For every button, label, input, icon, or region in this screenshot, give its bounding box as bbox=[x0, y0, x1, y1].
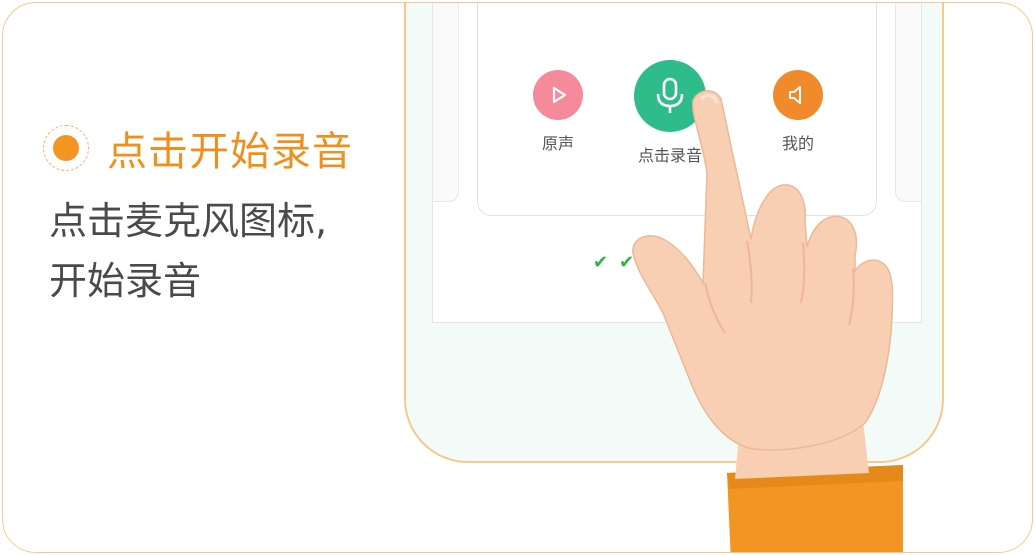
tutorial-card: 点击开始录音 点击麦克风图标, 开始录音 原声 点击录音 我的 ✔ ✔ bbox=[2, 2, 1033, 553]
pointing-hand-illustration bbox=[632, 90, 903, 552]
